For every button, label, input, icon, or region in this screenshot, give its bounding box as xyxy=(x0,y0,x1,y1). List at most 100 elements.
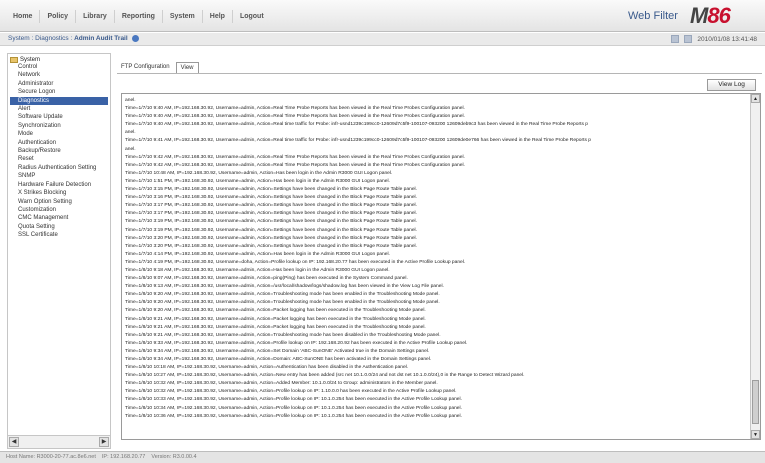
log-line: anel. xyxy=(125,98,136,103)
log-line: Time=1/7/10 4:14 PM, IP=192.168.30.92, U… xyxy=(125,251,390,257)
sidebar-item-warn-option-setting[interactable]: Warn Option Setting xyxy=(10,198,108,206)
log-line: Time=1/7/10 3:17 PM, IP=192.168.30.92, U… xyxy=(125,203,418,209)
log-vertical-scrollbar[interactable]: ▲ ▼ xyxy=(750,94,760,439)
sidebar-item-software-update[interactable]: Software Update xyxy=(10,113,108,121)
log-line: Time=1/8/10 10:36 AM, IP=192.168.30.92, … xyxy=(125,413,462,419)
nav-logout[interactable]: Logout xyxy=(233,10,271,23)
log-line: Time=1/7/10 4:19 PM, IP=192.168.30.92, U… xyxy=(125,259,466,265)
nav-reporting[interactable]: Reporting xyxy=(115,10,163,23)
status-version: Version: R3.0.00.4 xyxy=(151,454,197,460)
tab-divider xyxy=(117,73,762,74)
log-line: Time=1/8/10 10:27 AM, IP=192.168.30.92, … xyxy=(125,373,525,379)
log-line: Time=1/7/10 1:51 PM, IP=192.168.30.92, U… xyxy=(125,178,390,184)
nav-system[interactable]: System xyxy=(163,10,203,23)
status-host: Host Name: R3000-20-77.ac.8e6.net xyxy=(6,454,96,460)
sidebar-item-hardware-failure-detection[interactable]: Hardware Failure Detection xyxy=(10,181,108,189)
sidebar-item-synchronization[interactable]: Synchronization xyxy=(10,122,108,130)
help-icon[interactable] xyxy=(131,35,139,42)
log-line: Time=1/7/10 3:20 PM, IP=192.168.30.92, U… xyxy=(125,235,418,241)
sidebar-item-reset[interactable]: Reset xyxy=(10,155,108,163)
sidebar-item-x-strikes-blocking[interactable]: X Strikes Blocking xyxy=(10,189,108,197)
tab-view[interactable]: View xyxy=(175,62,199,73)
breadcrumb-tools: 2010/01/08 13:41:48 xyxy=(671,35,757,43)
log-line: Time=1/8/10 10:32 AM, IP=192.168.30.92, … xyxy=(125,381,438,387)
log-line: Time=1/7/10 3:17 PM, IP=192.168.30.92, U… xyxy=(125,211,418,217)
log-line: Time=1/8/10 9:21 AM, IP=192.168.30.92, U… xyxy=(125,332,441,338)
breadcrumb-path: System : Diagnostics : xyxy=(8,35,75,43)
sidebar-item-ssl-certificate[interactable]: SSL Certificate xyxy=(10,231,108,239)
audit-log-lines: anel. Time=1/7/10 9:40 AM, IP=192.168.30.… xyxy=(122,94,750,439)
log-line: anel. xyxy=(125,130,136,136)
log-line: Time=1/8/10 9:21 AM, IP=192.168.30.92, U… xyxy=(125,316,426,322)
sidebar-tree: System Control Network Administrator Sec… xyxy=(8,54,110,434)
logo-accent: 86 xyxy=(707,3,731,28)
log-line: Time=1/8/10 9:21 AM, IP=192.168.30.92, U… xyxy=(125,324,426,330)
log-line: Time=1/7/10 3:15 PM, IP=192.168.30.92, U… xyxy=(125,187,418,193)
log-line: Time=1/7/10 3:20 PM, IP=192.168.30.92, U… xyxy=(125,243,418,249)
sidebar-horizontal-scrollbar[interactable]: ◀ ▶ xyxy=(8,435,110,448)
breadcrumb-page: Admin Audit Trail xyxy=(74,35,128,43)
folder-icon xyxy=(10,57,18,63)
log-line: Time=1/7/10 9:40 AM, IP=192.168.30.92, U… xyxy=(125,122,589,128)
status-text: Host Name: R3000-20-77.ac.8e6.net IP: 19… xyxy=(6,454,197,460)
sidebar-item-backup-restore[interactable]: Backup/Restore xyxy=(10,147,108,155)
sidebar-item-mode[interactable]: Mode xyxy=(10,130,108,138)
log-line: Time=1/7/10 3:19 PM, IP=192.168.30.92, U… xyxy=(125,219,418,225)
nav-help[interactable]: Help xyxy=(203,10,233,23)
log-line: Time=1/7/10 9:42 AM, IP=192.168.30.92, U… xyxy=(125,154,465,160)
sidebar-item-control[interactable]: Control xyxy=(10,63,108,71)
nav-library[interactable]: Library xyxy=(76,10,115,23)
sidebar-item-authentication[interactable]: Authentication xyxy=(10,139,108,147)
sidebar-item-administrator[interactable]: Administrator xyxy=(10,80,108,88)
scroll-right-icon[interactable]: ▶ xyxy=(99,437,109,447)
log-line: Time=1/8/10 9:20 AM, IP=192.168.30.92, U… xyxy=(125,300,440,306)
top-nav-bar: Home Policy Library Reporting System Hel… xyxy=(0,0,765,32)
main-menu: Home Policy Library Reporting System Hel… xyxy=(6,10,271,23)
breadcrumb: System : Diagnostics : Admin Audit Trail xyxy=(8,35,139,42)
sidebar-item-quota-setting[interactable]: Quota Setting xyxy=(10,223,108,231)
tab-ftp-configuration[interactable]: FTP Configuration xyxy=(117,62,174,73)
log-line: Time=1/8/10 9:33 AM, IP=192.168.30.92, U… xyxy=(125,340,468,346)
log-line: Time=1/8/10 10:34 AM, IP=192.168.30.92, … xyxy=(125,405,462,411)
sidebar-item-radius-authentication[interactable]: Radius Authentication Setting xyxy=(10,164,108,172)
log-line: Time=1/7/10 10:48 AM, IP=192.168.30.92, … xyxy=(125,170,393,176)
audit-log-panel: anel. Time=1/7/10 9:40 AM, IP=192.168.30.… xyxy=(121,93,761,440)
log-line: Time=1/8/10 9:07 AM, IP=192.168.30.92, U… xyxy=(125,276,408,282)
log-line: Time=1/7/10 9:40 AM, IP=192.168.30.92, U… xyxy=(125,106,465,112)
sidebar-item-snmp[interactable]: SNMP xyxy=(10,172,108,180)
log-line: Time=1/7/10 3:16 PM, IP=192.168.30.92, U… xyxy=(125,195,418,201)
tab-bar: FTP Configuration View xyxy=(117,62,201,73)
scroll-up-icon[interactable]: ▲ xyxy=(751,94,760,103)
log-line: Time=1/7/10 9:40 AM, IP=192.168.30.92, U… xyxy=(125,114,465,120)
product-name: Web Filter xyxy=(628,10,678,22)
calendar-icon xyxy=(684,35,693,43)
log-line: Time=1/8/10 9:18 AM, IP=192.168.30.92, U… xyxy=(125,267,390,273)
log-line: Time=1/8/10 9:20 AM, IP=192.168.30.92, U… xyxy=(125,308,426,314)
view-log-button[interactable]: View Log xyxy=(707,79,756,91)
sidebar-item-cmc-management[interactable]: CMC Management xyxy=(10,214,108,222)
breadcrumb-bar: System : Diagnostics : Admin Audit Trail… xyxy=(0,33,765,46)
status-ip: IP: 192.168.20.77 xyxy=(101,454,146,460)
log-line: Time=1/7/10 9:42 AM, IP=192.168.30.92, U… xyxy=(125,162,465,168)
log-line: Time=1/8/10 10:33 AM, IP=192.168.30.92, … xyxy=(125,397,462,403)
scroll-down-icon[interactable]: ▼ xyxy=(751,430,760,439)
sidebar-item-diagnostics[interactable]: Diagnostics xyxy=(10,96,108,106)
logo-prefix: M xyxy=(690,3,708,28)
brand-logo: M86 xyxy=(690,3,731,29)
log-line: Time=1/8/10 9:34 AM, IP=192.168.30.92, U… xyxy=(125,357,432,362)
sidebar-item-network[interactable]: Network xyxy=(10,71,108,79)
log-line: Time=1/7/10 9:41 AM, IP=192.168.30.92, U… xyxy=(125,138,591,144)
nav-policy[interactable]: Policy xyxy=(40,10,77,23)
log-line: Time=1/8/10 9:13 AM, IP=192.168.30.92, U… xyxy=(125,284,444,290)
log-line: Time=1/8/10 10:18 AM, IP=192.168.30.92, … xyxy=(125,365,409,371)
sidebar-item-customization[interactable]: Customization xyxy=(10,206,108,214)
sidebar-item-alert[interactable]: Alert xyxy=(10,105,108,113)
scroll-left-icon[interactable]: ◀ xyxy=(9,437,19,447)
sidebar: System Control Network Administrator Sec… xyxy=(7,53,111,449)
sidebar-item-secure-logon[interactable]: Secure Logon xyxy=(10,88,108,96)
scroll-thumb[interactable] xyxy=(752,380,759,424)
status-bar: Host Name: R3000-20-77.ac.8e6.net IP: 19… xyxy=(0,451,765,463)
nav-home[interactable]: Home xyxy=(6,10,41,23)
refresh-icon[interactable] xyxy=(671,35,680,43)
log-line: Time=1/8/10 10:32 AM, IP=192.168.30.92, … xyxy=(125,389,457,395)
